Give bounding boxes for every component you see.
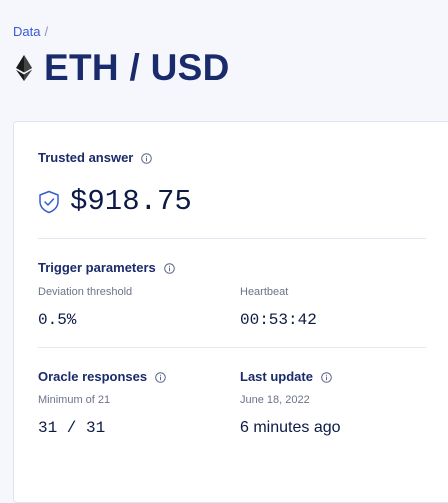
breadcrumb-link-data[interactable]: Data xyxy=(13,24,40,39)
page-header: ETH / USD xyxy=(16,47,230,89)
last-update-label: Last update xyxy=(240,369,313,384)
last-update-heading: Last update xyxy=(240,369,332,384)
info-icon[interactable] xyxy=(321,371,332,383)
trusted-answer-heading: Trusted answer xyxy=(38,150,153,165)
divider xyxy=(38,238,426,239)
divider xyxy=(38,347,426,348)
page-title: ETH / USD xyxy=(44,47,230,88)
info-icon[interactable] xyxy=(155,371,166,383)
breadcrumb-separator: / xyxy=(44,24,49,39)
oracle-responses-value: 31 / 31 xyxy=(38,419,106,437)
oracle-responses-heading: Oracle responses xyxy=(38,369,166,384)
trigger-parameters-label: Trigger parameters xyxy=(38,260,156,275)
last-update-date: June 18, 2022 xyxy=(240,394,310,406)
heartbeat-label: Heartbeat xyxy=(240,286,289,298)
breadcrumb: Data / xyxy=(13,24,48,39)
last-update-relative: 6 minutes ago xyxy=(240,419,341,436)
info-icon[interactable] xyxy=(163,262,175,274)
oracle-minimum-label: Minimum of 21 xyxy=(38,394,111,406)
trigger-parameters-heading: Trigger parameters xyxy=(38,260,175,275)
info-icon[interactable] xyxy=(141,152,153,164)
trusted-answer-value: $918.75 xyxy=(70,185,192,218)
ethereum-icon xyxy=(16,55,32,81)
deviation-threshold-value: 0.5% xyxy=(38,311,77,329)
feed-details-card: Trusted answer $918.75 Trigger parameter… xyxy=(13,121,448,503)
oracle-responses-label: Oracle responses xyxy=(38,369,148,384)
trusted-answer-row: $918.75 xyxy=(38,185,192,218)
shield-check-icon xyxy=(38,190,60,214)
deviation-threshold-label: Deviation threshold xyxy=(38,286,133,298)
trusted-answer-label: Trusted answer xyxy=(38,150,134,165)
heartbeat-value: 00:53:42 xyxy=(240,311,317,329)
